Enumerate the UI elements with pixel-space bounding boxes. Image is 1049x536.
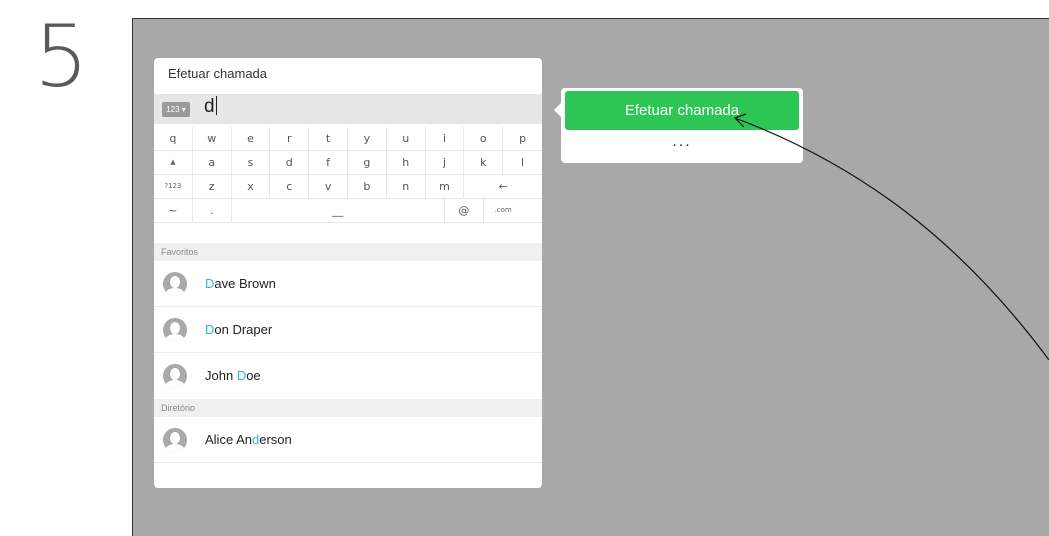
contact-row[interactable]: Alice Anderson xyxy=(154,417,542,463)
contact-name: John Doe xyxy=(205,368,261,383)
key-h[interactable]: h xyxy=(387,151,426,174)
key-p[interactable]: p xyxy=(503,127,542,150)
input-mode-selector[interactable]: 123 ▾ xyxy=(162,102,190,117)
call-options-popup: Efetuar chamada ... xyxy=(554,88,803,163)
avatar-icon xyxy=(163,272,187,296)
key-e[interactable]: e xyxy=(232,127,271,150)
key-c[interactable]: c xyxy=(270,175,310,198)
section-header-directory: Diretório xyxy=(154,399,542,417)
keyboard-row-4: ~ . __ @ .com xyxy=(154,199,542,223)
popup-pointer xyxy=(554,102,562,118)
backspace-key[interactable]: ← xyxy=(464,175,542,198)
key-l[interactable]: l xyxy=(503,151,542,174)
key-dotcom[interactable]: .com xyxy=(484,199,523,222)
key-b[interactable]: b xyxy=(348,175,387,198)
panel-title: Efetuar chamada xyxy=(168,66,268,81)
key-y[interactable]: y xyxy=(348,127,387,150)
symbols-key[interactable]: ?123 xyxy=(154,175,193,198)
key-v[interactable]: v xyxy=(309,175,348,198)
key-o[interactable]: o xyxy=(464,127,504,150)
avatar-icon xyxy=(163,318,187,342)
avatar-icon xyxy=(163,428,187,452)
on-screen-keyboard: q w e r t y u i o p ▲ a s d f g h j k l … xyxy=(154,127,542,223)
contact-name: Don Draper xyxy=(205,322,273,337)
key-u[interactable]: u xyxy=(387,127,426,150)
key-q[interactable]: q xyxy=(154,127,193,150)
contact-row[interactable]: Don Draper xyxy=(154,307,542,353)
contact-row[interactable]: Dave Brown xyxy=(154,261,542,307)
contact-name: Dave Brown xyxy=(205,276,276,291)
key-i[interactable]: i xyxy=(426,127,465,150)
space-key[interactable]: __ xyxy=(232,199,445,222)
key-g[interactable]: g xyxy=(348,151,387,174)
search-input-value: d xyxy=(204,96,217,117)
key-period[interactable]: . xyxy=(193,199,232,222)
contact-row[interactable]: John Doe xyxy=(154,353,542,398)
shift-key[interactable]: ▲ xyxy=(154,151,193,174)
search-input[interactable]: 123 ▾ d xyxy=(154,94,542,124)
key-n[interactable]: n xyxy=(387,175,426,198)
key-tilde[interactable]: ~ xyxy=(154,199,193,222)
key-a[interactable]: a xyxy=(193,151,232,174)
section-header-favorites: Favoritos xyxy=(154,243,542,261)
call-panel: Efetuar chamada 123 ▾ d q w e r t y u i … xyxy=(154,58,542,488)
step-number: 5 xyxy=(34,7,89,107)
keyboard-row-2: ▲ a s d f g h j k l xyxy=(154,151,542,175)
place-call-button[interactable]: Efetuar chamada xyxy=(565,91,799,130)
key-j[interactable]: j xyxy=(426,151,465,174)
key-z[interactable]: z xyxy=(193,175,232,198)
key-d[interactable]: d xyxy=(270,151,310,174)
keyboard-row-1: q w e r t y u i o p xyxy=(154,127,542,151)
key-s[interactable]: s xyxy=(232,151,271,174)
key-t[interactable]: t xyxy=(309,127,348,150)
key-m[interactable]: m xyxy=(426,175,465,198)
contact-name: Alice Anderson xyxy=(205,432,292,447)
avatar-icon xyxy=(163,364,187,388)
key-at[interactable]: @ xyxy=(445,199,484,222)
key-r[interactable]: r xyxy=(270,127,310,150)
key-x[interactable]: x xyxy=(232,175,271,198)
text-caret xyxy=(215,96,217,115)
key-w[interactable]: w xyxy=(193,127,232,150)
more-options-button[interactable]: ... xyxy=(561,132,803,152)
keyboard-row-3: ?123 z x c v b n m ← xyxy=(154,175,542,199)
key-k[interactable]: k xyxy=(464,151,504,174)
key-f[interactable]: f xyxy=(309,151,348,174)
